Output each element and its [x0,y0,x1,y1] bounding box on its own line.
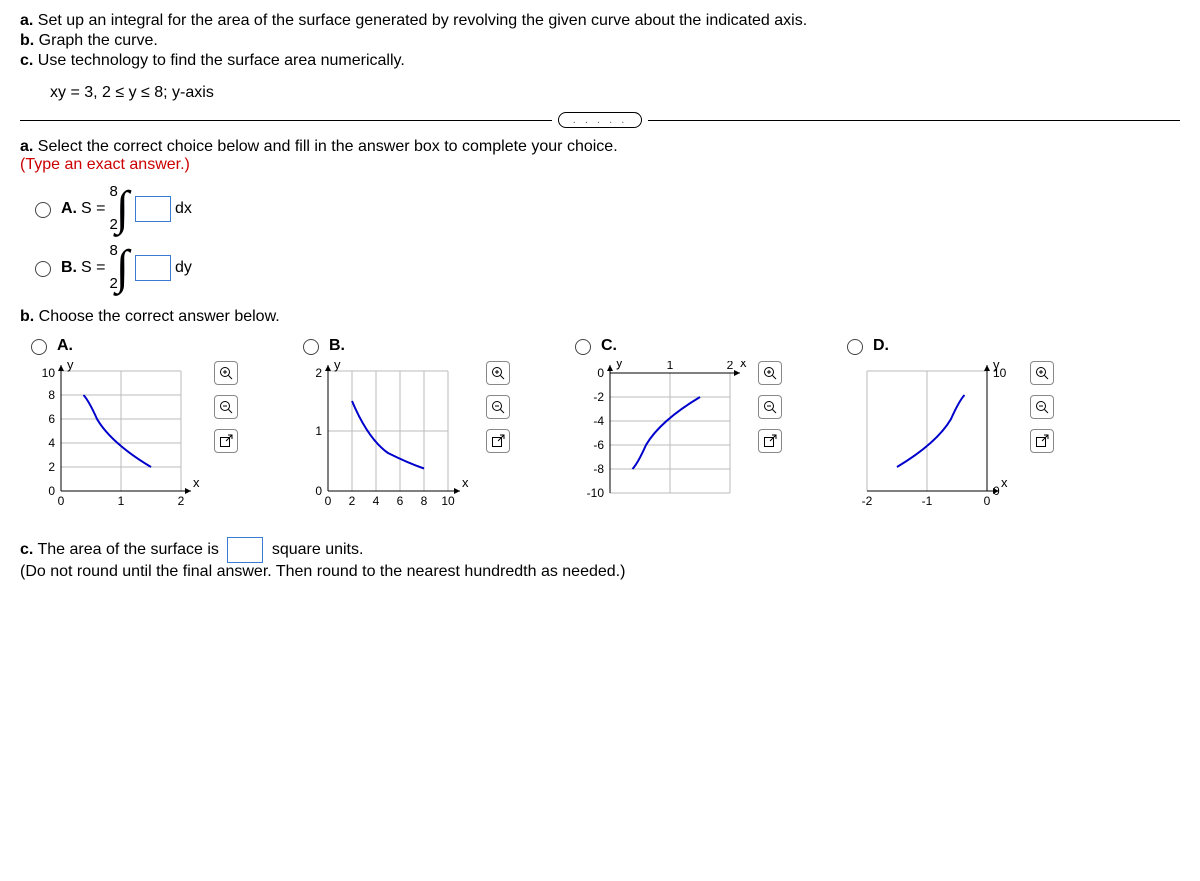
svg-text:-8: -8 [593,462,604,476]
zoom-in-icon[interactable] [758,361,782,385]
svg-text:10: 10 [441,494,455,508]
zoom-out-icon[interactable] [486,395,510,419]
part-a-hint: (Type an exact answer.) [20,156,1180,174]
graph-d: -2 -1 0 10 0 x y [842,361,1022,511]
prompt-b: b. Graph the curve. [20,32,1180,50]
radio-graph-b[interactable] [303,339,319,355]
svg-text:1: 1 [667,361,674,372]
svg-text:8: 8 [48,388,55,402]
svg-text:2: 2 [349,494,356,508]
zoom-out-icon[interactable] [214,395,238,419]
graph-choice-d: D. -2 -1 0 10 0 x y [842,336,1054,511]
part-b-heading: b. Choose the correct answer below. [20,308,1180,326]
svg-text:-2: -2 [593,390,604,404]
problem-equation: xy = 3, 2 ≤ y ≤ 8; y-axis [50,84,1180,102]
prompt-c: c. Use technology to find the surface ar… [20,52,1180,70]
radio-a[interactable] [35,202,51,218]
svg-text:-1: -1 [922,494,933,508]
svg-text:2: 2 [727,361,734,372]
svg-text:y: y [616,361,623,370]
svg-text:y: y [993,361,1000,372]
integrand-input-b[interactable] [135,255,171,281]
part-c-hint: (Do not round until the final answer. Th… [20,563,1180,581]
prompt-a: a. Set up an integral for the area of th… [20,12,1180,30]
svg-text:0: 0 [48,484,55,498]
svg-text:x: x [740,361,747,370]
part-c-line: c. The area of the surface is square uni… [20,537,1180,563]
choice-b[interactable]: B. S = 82 ∫ dy [30,243,1180,292]
integral-icon: ∫ [116,250,129,286]
svg-text:4: 4 [373,494,380,508]
graph-choice-a: A. 0 2 4 6 8 10 0 1 2 [26,336,238,511]
part-a-heading: a. Select the correct choice below and f… [20,138,1180,156]
graph-choice-c: C. 0 -2 -4 -6 -8 -10 1 2 x [570,336,782,511]
svg-text:6: 6 [397,494,404,508]
svg-text:0: 0 [984,494,991,508]
svg-text:0: 0 [597,366,604,380]
section-divider: . . . . . [20,112,1180,128]
integral-icon: ∫ [116,191,129,227]
surface-area-input[interactable] [227,537,263,563]
zoom-in-icon[interactable] [1030,361,1054,385]
zoom-in-icon[interactable] [486,361,510,385]
integrand-input-a[interactable] [135,196,171,222]
graph-choice-b: B. 0 1 2 0 2 4 6 8 10 [298,336,510,511]
radio-graph-a[interactable] [31,339,47,355]
svg-text:6: 6 [48,412,55,426]
zoom-in-icon[interactable] [214,361,238,385]
svg-text:y: y [334,361,341,372]
popout-icon[interactable] [758,429,782,453]
svg-text:0: 0 [58,494,65,508]
svg-text:-6: -6 [593,438,604,452]
choice-a[interactable]: A. S = 82 ∫ dx [30,184,1180,233]
svg-text:1: 1 [315,424,322,438]
svg-text:0: 0 [325,494,332,508]
svg-text:10: 10 [42,366,56,380]
svg-text:8: 8 [421,494,428,508]
graph-c: 0 -2 -4 -6 -8 -10 1 2 x y [570,361,750,511]
popout-icon[interactable] [1030,429,1054,453]
radio-graph-d[interactable] [847,339,863,355]
svg-text:0: 0 [315,484,322,498]
svg-text:-2: -2 [862,494,873,508]
svg-text:4: 4 [48,436,55,450]
svg-text:x: x [193,475,200,490]
zoom-out-icon[interactable] [758,395,782,419]
svg-text:-10: -10 [587,486,605,500]
radio-b[interactable] [35,261,51,277]
popout-icon[interactable] [486,429,510,453]
svg-text:-4: -4 [593,414,604,428]
svg-text:2: 2 [315,366,322,380]
svg-text:0: 0 [993,484,1000,498]
svg-text:2: 2 [48,460,55,474]
popout-icon[interactable] [214,429,238,453]
zoom-out-icon[interactable] [1030,395,1054,419]
svg-text:2: 2 [178,494,185,508]
graph-b: 0 1 2 0 2 4 6 8 10 x y [298,361,478,511]
radio-graph-c[interactable] [575,339,591,355]
graph-a: 0 2 4 6 8 10 0 1 2 x y [26,361,206,511]
svg-text:y: y [67,361,74,372]
svg-text:x: x [1001,475,1008,490]
svg-text:1: 1 [118,494,125,508]
svg-text:x: x [462,475,469,490]
